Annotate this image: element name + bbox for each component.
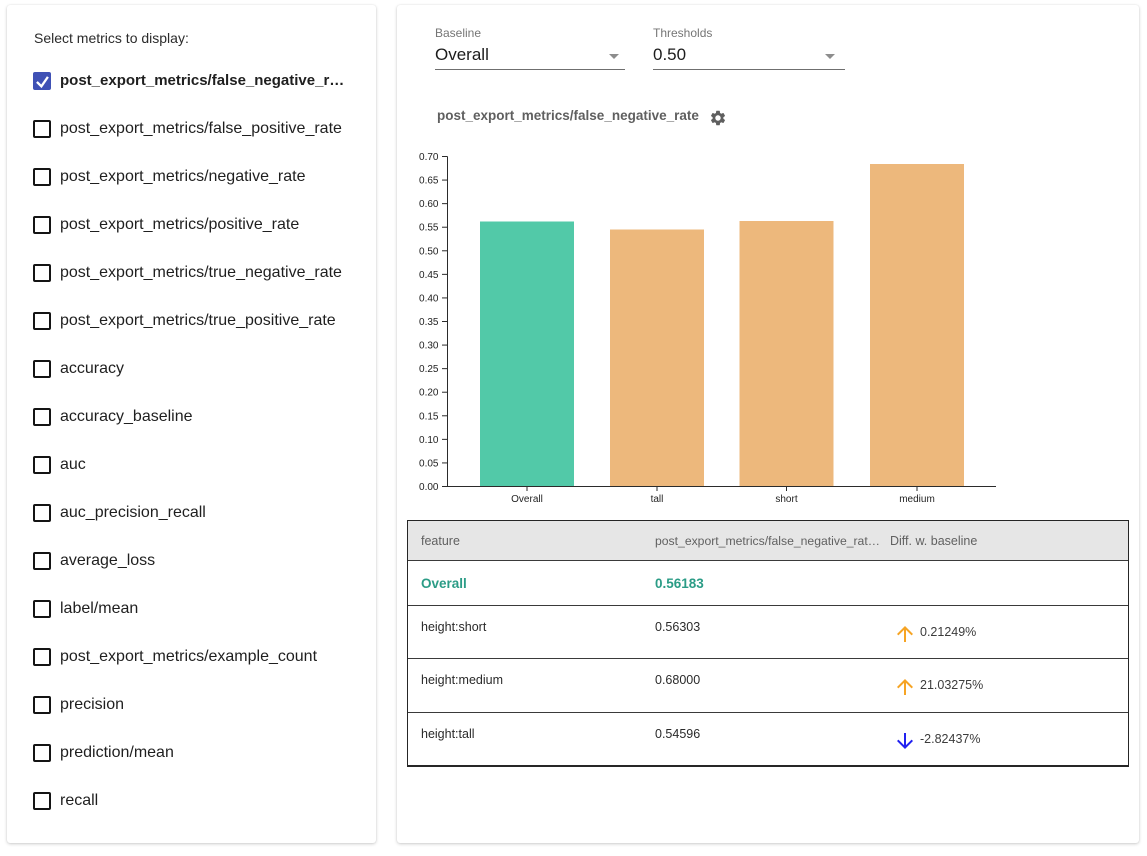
svg-text:0.70: 0.70 [419,152,439,163]
svg-text:0.25: 0.25 [419,364,439,375]
svg-text:0.40: 0.40 [419,293,439,304]
svg-text:0.00: 0.00 [419,482,439,493]
svg-text:0.55: 0.55 [419,223,439,234]
svg-text:short: short [775,494,797,505]
svg-text:0.10: 0.10 [419,435,439,446]
svg-text:tall: tall [651,494,664,505]
svg-text:0.65: 0.65 [419,176,439,187]
svg-text:0.30: 0.30 [419,341,439,352]
svg-text:0.50: 0.50 [419,246,439,257]
svg-text:0.45: 0.45 [419,270,439,281]
svg-text:0.15: 0.15 [419,411,439,422]
svg-text:medium: medium [899,494,935,505]
svg-text:Overall: Overall [511,494,543,505]
svg-text:0.20: 0.20 [419,388,439,399]
svg-text:0.35: 0.35 [419,317,439,328]
svg-text:0.05: 0.05 [419,458,439,469]
svg-text:0.60: 0.60 [419,199,439,210]
